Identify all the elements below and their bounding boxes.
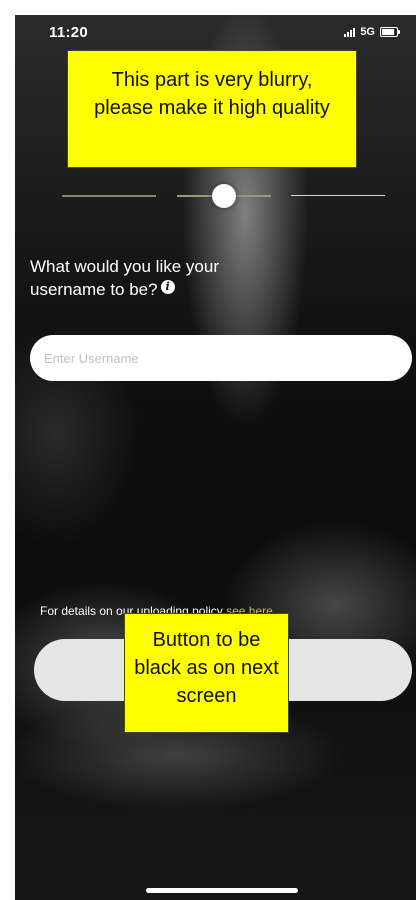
annotation-note-button: Button to be black as on next screen bbox=[124, 613, 289, 733]
network-type: 5G bbox=[360, 26, 375, 38]
question-line-2: username to be? i bbox=[30, 278, 219, 301]
annotation-note-blurry: This part is very blurry, please make it… bbox=[67, 50, 357, 168]
step-progress-indicator bbox=[15, 180, 416, 210]
status-bar: 11:20 5G bbox=[15, 15, 416, 51]
info-icon[interactable]: i bbox=[160, 280, 175, 294]
battery-icon bbox=[380, 27, 400, 37]
question-line-2-text: username to be? bbox=[30, 280, 158, 299]
home-indicator[interactable] bbox=[146, 888, 298, 893]
step-1-line bbox=[62, 195, 156, 197]
status-indicators: 5G bbox=[344, 26, 400, 38]
username-input[interactable] bbox=[30, 335, 412, 381]
current-step-knob bbox=[212, 184, 236, 208]
username-question: What would you like your username to be?… bbox=[30, 255, 219, 301]
status-time: 11:20 bbox=[49, 24, 89, 41]
step-3-line bbox=[291, 195, 385, 196]
question-line-1: What would you like your bbox=[30, 257, 219, 276]
signal-bars-icon bbox=[344, 27, 356, 37]
